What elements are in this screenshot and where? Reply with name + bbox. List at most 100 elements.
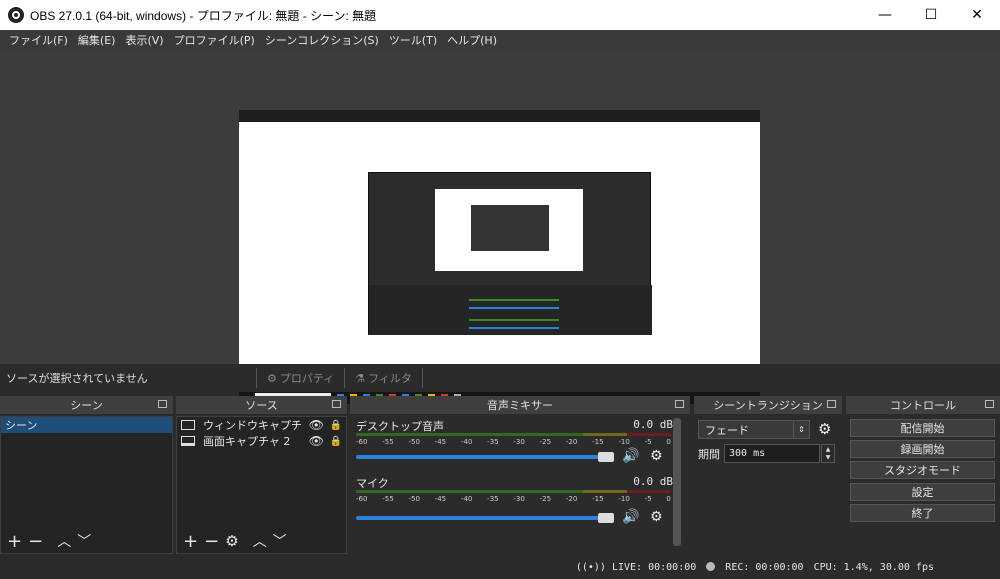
level-meter — [356, 433, 671, 436]
title-bar: OBS 27.0.1 (64-bit, windows) - プロファイル: 無… — [0, 0, 1000, 30]
transitions-body: フェード ⇕ ⚙ 期間 300 ms ▲ ▼ — [694, 416, 841, 554]
scene-transitions-dock: シーントランジション フェード ⇕ ⚙ 期間 300 ms ▲ ▼ — [694, 396, 842, 554]
audio-mixer-dock: 音声ミキサー デスクトップ音声 0.0 dB -60 -55 -50 -45 -40 -3… — [350, 396, 690, 554]
volume-slider-handle[interactable] — [598, 452, 614, 462]
live-time: LIVE: 00:00:00 — [611, 562, 697, 573]
transition-select[interactable]: フェード ⇕ — [698, 420, 810, 439]
channel-db: 0.0 dB — [633, 418, 673, 431]
window-title: OBS 27.0.1 (64-bit, windows) - プロファイル: 無… — [30, 8, 377, 23]
controls-title: コントロール — [890, 399, 956, 412]
preview-capture-toolbar — [239, 110, 760, 122]
transitions-title: シーントランジション — [713, 399, 823, 412]
spin-up-icon[interactable]: ▲ — [826, 446, 831, 453]
close-button[interactable]: ✕ — [954, 0, 1000, 30]
display-capture-icon — [181, 436, 195, 446]
window-capture-icon — [181, 420, 195, 430]
rec-indicator: REC: 00:00:00 — [706, 562, 804, 573]
volume-slider[interactable] — [356, 516, 614, 520]
mixer-scrollbar[interactable] — [673, 418, 681, 546]
maximize-button[interactable]: ☐ — [908, 0, 954, 30]
lock-icon[interactable]: 🔒 — [330, 436, 342, 447]
exit-button[interactable]: 終了 — [850, 504, 995, 522]
float-icon[interactable] — [827, 400, 836, 408]
source-item[interactable]: 画面キャプチャ 2 👁 🔒 — [177, 433, 346, 449]
channel-gear-icon[interactable]: ⚙ — [650, 448, 663, 464]
start-recording-button[interactable]: 録画開始 — [850, 440, 995, 458]
menu-profile[interactable]: プロファイル(P) — [169, 32, 260, 48]
float-icon[interactable] — [675, 400, 684, 408]
level-meter — [356, 490, 671, 493]
start-streaming-button[interactable]: 配信開始 — [850, 419, 995, 437]
meter-scale: -60 -55 -50 -45 -40 -35 -30 -25 -20 -15 -10 -5 0 — [356, 438, 671, 446]
move-down-icon[interactable]: ﹀ — [77, 531, 91, 551]
move-up-icon[interactable]: ︿ — [57, 531, 71, 551]
move-down-icon[interactable]: ﹀ — [273, 531, 287, 551]
properties-button[interactable]: ⚙ プロパティ — [256, 368, 344, 388]
source-item[interactable]: ウィンドウキャプチ 👁 🔒 — [177, 417, 346, 433]
live-broadcast-icon: ((•)) — [575, 562, 606, 573]
duration-spinner[interactable]: ▲ ▼ — [821, 444, 835, 463]
source-settings-gear-icon[interactable]: ⚙ — [225, 532, 238, 550]
float-icon[interactable] — [158, 400, 167, 408]
studio-mode-button[interactable]: スタジオモード — [850, 461, 995, 479]
volume-slider-handle[interactable] — [598, 513, 614, 523]
speaker-icon[interactable]: 🔊 — [622, 509, 639, 525]
float-icon[interactable] — [985, 400, 994, 408]
menu-help[interactable]: ヘルプ(H) — [442, 32, 502, 48]
toolbar-divider — [421, 368, 423, 388]
duration-input[interactable]: 300 ms — [724, 444, 820, 463]
mixer-title: 音声ミキサー — [487, 399, 553, 412]
sources-dock: ソース ウィンドウキャプチ 👁 🔒 画面キャプチャ 2 👁 🔒 + − ⚙ ︿ … — [176, 396, 347, 554]
controls-body: 配信開始 録画開始 スタジオモード 設定 終了 — [846, 416, 1000, 554]
filters-label: フィルタ — [368, 372, 412, 385]
gear-icon: ⚙ — [267, 371, 277, 385]
menu-view[interactable]: 表示(V) — [120, 32, 168, 48]
menu-file[interactable]: ファイル(F) — [4, 32, 73, 48]
source-toolbar: ソースが選択されていません ⚙ プロパティ ⚗ フィルタ — [0, 364, 1000, 392]
obs-logo-icon — [8, 7, 24, 23]
menu-bar: ファイル(F) 編集(E) 表示(V) プロファイル(P) シーンコレクション(… — [0, 30, 1000, 50]
transition-gear-icon[interactable]: ⚙ — [818, 420, 831, 438]
channel-db: 0.0 dB — [633, 475, 673, 488]
controls-dock: コントロール 配信開始 録画開始 スタジオモード 設定 終了 — [846, 396, 1000, 554]
preview-canvas[interactable] — [239, 110, 760, 404]
remove-source-icon[interactable]: − — [204, 531, 219, 552]
minimize-button[interactable]: — — [862, 0, 908, 30]
mixer-dock-header: 音声ミキサー — [350, 396, 690, 414]
sources-title: ソース — [245, 399, 278, 412]
duration-label: 期間 — [698, 448, 720, 461]
float-icon[interactable] — [332, 400, 341, 408]
menu-tools[interactable]: ツール(T) — [384, 32, 442, 48]
scenes-dock: シーン シーン + − ︿ ﹀ — [0, 396, 173, 554]
add-scene-icon[interactable]: + — [7, 531, 22, 552]
record-dot-icon — [706, 562, 716, 571]
live-indicator: ((•)) LIVE: 00:00:00 — [576, 562, 696, 573]
move-up-icon[interactable]: ︿ — [253, 531, 267, 551]
filter-icon: ⚗ — [355, 371, 366, 385]
transition-select-value: フェード — [705, 423, 749, 437]
channel-gear-icon[interactable]: ⚙ — [650, 509, 663, 525]
settings-button[interactable]: 設定 — [850, 483, 995, 501]
nested-preview — [435, 189, 583, 271]
filters-button[interactable]: ⚗ フィルタ — [344, 368, 422, 388]
preview-nested-window — [368, 172, 652, 335]
no-source-selected-label: ソースが選択されていません — [6, 372, 148, 385]
visibility-eye-icon[interactable]: 👁 — [309, 418, 324, 432]
scene-item[interactable]: シーン — [1, 417, 172, 433]
sources-footer: + − ⚙ ︿ ﹀ — [177, 529, 346, 553]
remove-scene-icon[interactable]: − — [28, 531, 43, 552]
channel-name: デスクトップ音声 — [356, 420, 444, 433]
properties-label: プロパティ — [279, 372, 335, 385]
visibility-eye-icon[interactable]: 👁 — [309, 434, 324, 448]
add-source-icon[interactable]: + — [183, 531, 198, 552]
volume-slider[interactable] — [356, 455, 614, 459]
lock-icon[interactable]: 🔒 — [330, 420, 342, 431]
menu-edit[interactable]: 編集(E) — [73, 32, 121, 48]
menu-scene-collection[interactable]: シーンコレクション(S) — [260, 32, 384, 48]
chevron-updown-icon: ⇕ — [793, 421, 809, 438]
status-bar: ((•)) LIVE: 00:00:00 REC: 00:00:00 CPU: … — [0, 556, 1000, 579]
speaker-icon[interactable]: 🔊 — [622, 448, 639, 464]
spin-down-icon[interactable]: ▼ — [826, 454, 831, 461]
preview-area — [0, 50, 1000, 404]
scenes-list: シーン + − ︿ ﹀ — [0, 416, 173, 554]
